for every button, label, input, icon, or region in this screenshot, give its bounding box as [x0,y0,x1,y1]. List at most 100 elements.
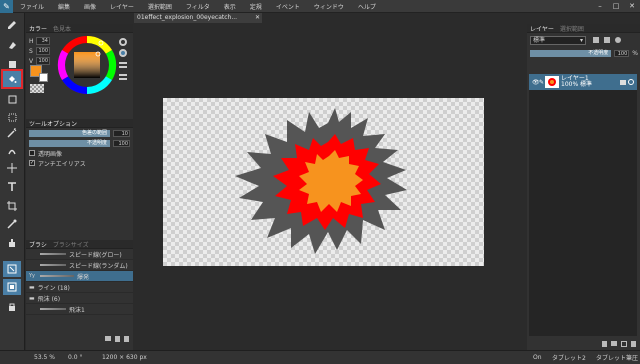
explosion-artwork [235,108,407,254]
brush-item-label: 飛沫1 [69,306,85,314]
tool-options-panel: ツールオプション 色差の範囲 10 不透明度 100 透明画像 ✓ アンチエイリ… [26,119,133,168]
menu-file[interactable]: ファイル [13,2,51,11]
crop-icon[interactable] [3,198,21,214]
tolerance-slider[interactable]: 色差の範囲 [29,129,110,137]
layer-opacity-input[interactable]: 100 [614,50,630,57]
layer-info: 100% 標準 [561,81,593,88]
eyedropper-icon[interactable] [3,216,21,232]
layer-row[interactable]: 👁 ✎ レイヤー1 100% 標準 [529,74,637,90]
new-folder-icon[interactable] [611,341,617,346]
layer-lock-icon[interactable] [604,37,610,43]
transparent-checkbox[interactable] [29,150,35,156]
blend-mode-select[interactable]: 標準 ▾ [530,36,586,45]
saturation-input[interactable]: 100 [36,47,50,55]
hue-row: H 34 [29,36,51,46]
menu-filter[interactable]: フィルタ [179,2,217,11]
menu-ruler[interactable]: 定規 [243,2,269,11]
layer-panel: レイヤー 選択範囲 標準 ▾ 不透明度 100 % 👁 ✎ レイヤー1 100%… [527,24,640,350]
folder-icon: ▬ [29,283,35,291]
value-input[interactable]: 100 [36,57,50,65]
color-menu-icon[interactable] [119,62,127,68]
menu-event[interactable]: イベント [269,2,307,11]
square-icon[interactable] [3,56,21,72]
layer-actions [602,341,636,347]
blend-mode-value: 標準 [533,37,546,44]
folder-label: 飛沫 (6) [37,295,61,303]
move-icon[interactable] [3,160,21,176]
folder-lines[interactable]: ▬ ライン (18) [26,282,133,293]
opacity-input[interactable]: 100 [113,139,130,147]
file-tab[interactable]: 01effect_explosion_00eyecatch... ✕ [134,13,262,23]
rect-select-icon[interactable] [3,91,21,107]
layer-mask-icon[interactable] [593,37,599,43]
zoom-icon[interactable] [3,261,21,277]
list-menu-icon[interactable] [119,74,127,80]
tablet-pressure: タブレット筆圧 [596,355,639,362]
layer-opacity-percent: % [632,50,638,57]
brush-item-selected[interactable]: Yy 爆発 [26,271,133,282]
menu-window[interactable]: ウィンドウ [307,2,351,11]
minimize-button[interactable]: – [592,2,608,10]
brush-item[interactable]: 飛沫1 [26,304,133,315]
layer-opacity-slider[interactable]: 不透明度 [530,50,612,57]
pen-icon[interactable] [3,17,21,33]
close-button[interactable]: ✕ [624,2,640,10]
menu-edit[interactable]: 編集 [51,2,77,11]
menu-selection[interactable]: 選択範囲 [141,2,179,11]
fill-bucket-icon[interactable] [1,69,23,89]
background-color-swatch[interactable] [39,73,48,82]
duplicate-icon[interactable] [621,341,627,347]
new-brush-icon[interactable] [115,336,120,342]
settings-gear-icon[interactable] [119,38,127,46]
transparent-swatch[interactable] [30,84,44,93]
text-icon[interactable] [3,179,21,195]
menubar: ✎ ファイル 編集 画像 レイヤー 選択範囲 フィルタ 表示 定規 イベント ウ… [0,0,640,13]
new-folder-icon[interactable] [105,336,111,341]
menu-image[interactable]: 画像 [77,2,103,11]
menu-layer[interactable]: レイヤー [103,2,141,11]
opacity-slider[interactable]: 不透明度 [29,139,110,147]
layer-gear-icon[interactable] [628,79,634,85]
mixer-icon[interactable] [3,143,21,159]
tolerance-input[interactable]: 10 [113,129,130,137]
maximize-button[interactable]: □ [608,2,624,10]
tab-brush-size[interactable]: ブラシサイズ [53,240,89,249]
brush-item[interactable]: スピード線(グロー) [26,249,133,260]
value-label: V [29,57,34,65]
lock-icon[interactable] [3,299,21,315]
brush-preview-icon [40,308,66,310]
close-tab-icon[interactable]: ✕ [255,13,260,23]
magic-wand-icon[interactable] [3,125,21,141]
eyedropper-small-icon[interactable] [119,49,127,57]
antialias-checkbox-row: ✓ アンチエイリアス [26,158,133,168]
layer-flag-icon [620,79,626,85]
brush-item[interactable]: スピード線(ランダム) [26,260,133,271]
delete-icon[interactable] [631,341,636,347]
canvas-area: 01effect_explosion_00eyecatch... ✕ [134,13,526,350]
visibility-eye-icon[interactable]: 👁 [532,79,540,86]
color-wheel[interactable] [57,35,117,95]
hand-icon[interactable] [3,235,21,251]
menu-help[interactable]: ヘルプ [351,2,383,11]
antialias-checkbox[interactable]: ✓ [29,160,35,166]
layer-settings-icon[interactable] [615,37,621,43]
tool-bar [0,13,25,350]
tab-brush[interactable]: ブラシ [29,240,47,249]
menu-view[interactable]: 表示 [217,2,243,11]
folder-splash[interactable]: ▬ 飛沫 (6) [26,293,133,304]
eraser-icon[interactable] [3,37,21,53]
hue-input[interactable]: 34 [36,37,50,45]
opacity-row: 不透明度 100 [26,138,133,148]
layer-toolbar [593,37,621,43]
hsv-fields: H 34 S 100 V 100 [29,36,51,66]
tab-layer[interactable]: レイヤー [530,24,554,33]
drawing-canvas[interactable] [163,98,484,266]
dotted-select-icon[interactable] [3,109,21,125]
delete-icon[interactable] [124,336,129,342]
file-tab-name: 01effect_explosion_00eyecatch... [137,14,238,21]
swap-icon[interactable] [3,279,21,295]
new-layer-icon[interactable] [602,341,607,347]
tab-selection[interactable]: 選択範囲 [560,24,584,33]
tab-color[interactable]: カラー [29,24,47,33]
tab-swatches[interactable]: 色見本 [53,24,71,33]
